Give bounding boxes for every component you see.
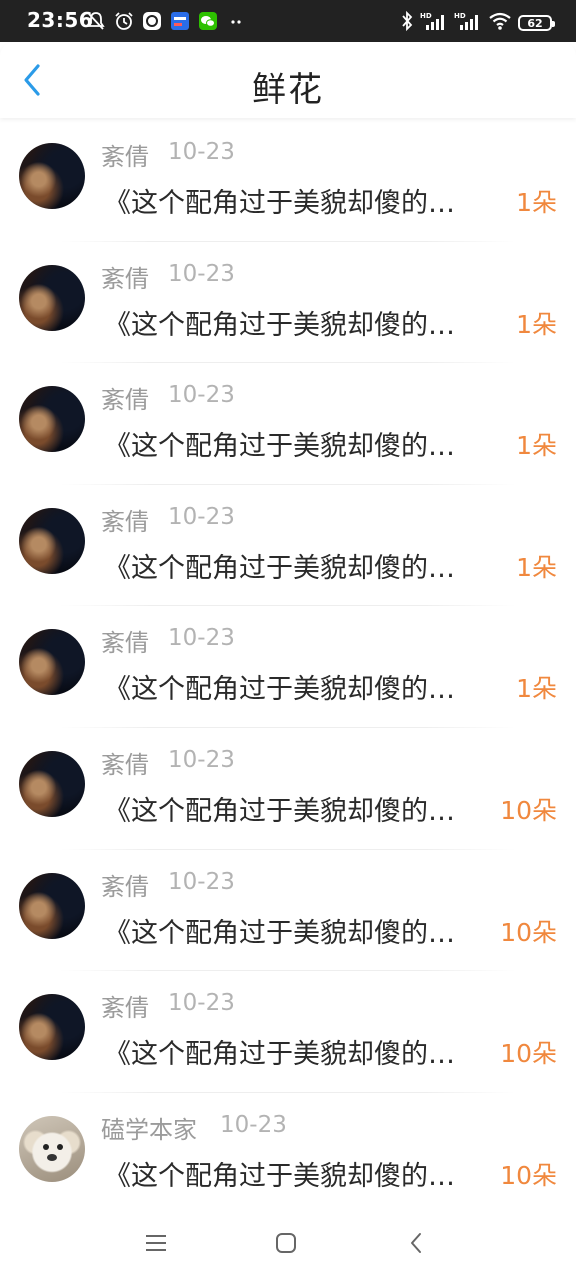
avatar[interactable] xyxy=(19,143,85,209)
list-item[interactable]: 紊倩 10-23 《这个配角过于美貌却傻的… 1朵 xyxy=(0,242,576,364)
signal-hd-1-icon: HD xyxy=(420,10,448,36)
svg-text:HD: HD xyxy=(454,12,466,20)
avatar[interactable] xyxy=(19,872,85,939)
page-title: 鲜花 xyxy=(252,70,324,110)
item-date: 10-23 xyxy=(168,382,235,409)
item-date: 10-23 xyxy=(168,625,235,652)
book-title: 《这个配角过于美貌却傻的… xyxy=(104,674,455,706)
status-time: 23:56 xyxy=(27,8,94,32)
list-item[interactable]: 紊倩 10-23 《这个配角过于美貌却傻的… 1朵 xyxy=(0,606,576,728)
list-item[interactable]: 紊倩 10-23 《这个配角过于美貌却傻的… 1朵 xyxy=(0,363,576,485)
avatar-nose xyxy=(47,1153,57,1161)
flower-count: 10朵 xyxy=(500,1039,557,1069)
avatar-eye xyxy=(57,1143,63,1150)
user-name: 紊倩 xyxy=(101,143,149,171)
list-item[interactable]: 紊倩 10-23 《这个配角过于美貌却傻的… 1朵 xyxy=(0,120,576,242)
flower-count: 10朵 xyxy=(500,917,557,947)
wechat-icon xyxy=(198,11,218,31)
book-title: 《这个配角过于美貌却傻的… xyxy=(104,917,455,949)
item-date: 10-23 xyxy=(168,260,235,287)
book-title: 《这个配角过于美貌却傻的… xyxy=(104,431,455,463)
notification-icons xyxy=(86,11,246,31)
list-item[interactable]: 紊倩 10-23 《这个配角过于美貌却傻的… 10朵 xyxy=(0,728,576,850)
flower-count: 1朵 xyxy=(516,188,557,217)
avatar[interactable] xyxy=(19,1115,85,1182)
menu-icon xyxy=(145,1233,167,1257)
avatar[interactable] xyxy=(19,264,85,331)
avatar[interactable] xyxy=(19,629,85,696)
user-name: 紊倩 xyxy=(101,507,149,536)
avatar[interactable] xyxy=(19,386,85,453)
list-item[interactable]: 紊倩 10-23 《这个配角过于美貌却傻的… 10朵 xyxy=(0,850,576,972)
home-square-icon xyxy=(275,1232,297,1258)
flower-count: 1朵 xyxy=(516,674,557,704)
user-name: 紊倩 xyxy=(101,750,149,779)
user-name: 紊倩 xyxy=(101,994,149,1023)
recent-apps-button[interactable] xyxy=(141,1230,171,1260)
back-icon xyxy=(408,1232,424,1258)
book-title: 《这个配角过于美貌却傻的… xyxy=(104,552,455,584)
item-date: 10-23 xyxy=(220,1111,287,1138)
item-date: 10-23 xyxy=(168,139,235,165)
app-circle-icon xyxy=(142,11,162,31)
home-button[interactable] xyxy=(271,1230,301,1260)
flower-count: 1朵 xyxy=(516,552,557,582)
system-icons: HD HD 62 xyxy=(400,10,555,36)
bluetooth-icon xyxy=(400,10,414,36)
flower-count: 1朵 xyxy=(516,431,557,461)
system-back-button[interactable] xyxy=(401,1230,431,1260)
avatar-eye xyxy=(43,1143,49,1150)
battery-icon: 62 xyxy=(518,15,555,31)
item-date: 10-23 xyxy=(168,503,235,530)
list-item[interactable]: 紊倩 10-23 《这个配角过于美貌却傻的… 1朵 xyxy=(0,485,576,607)
book-title: 《这个配角过于美貌却傻的… xyxy=(104,1039,455,1071)
flower-count: 10朵 xyxy=(500,1160,557,1190)
status-bar: 23:56 HD HD 62 xyxy=(0,0,576,42)
system-nav-bar xyxy=(0,1210,576,1280)
item-date: 10-23 xyxy=(168,990,235,1017)
alarm-icon xyxy=(114,11,134,31)
app-blue-icon xyxy=(170,11,190,31)
more-dots-icon xyxy=(226,11,246,31)
user-name: 紊倩 xyxy=(101,386,149,415)
item-date: 10-23 xyxy=(168,868,235,895)
user-name: 磕学本家 xyxy=(101,1115,197,1144)
item-date: 10-23 xyxy=(168,746,235,773)
book-title: 《这个配角过于美貌却傻的… xyxy=(104,1160,455,1192)
avatar[interactable] xyxy=(19,994,85,1061)
flower-list: 紊倩 10-23 《这个配角过于美貌却傻的… 1朵 紊倩 10-23 《这个配角… xyxy=(0,120,576,1214)
signal-hd-2-icon: HD xyxy=(454,10,482,36)
user-name: 紊倩 xyxy=(101,264,149,293)
avatar[interactable] xyxy=(19,750,85,817)
flower-count: 10朵 xyxy=(500,795,557,825)
wifi-icon xyxy=(488,10,512,36)
user-name: 紊倩 xyxy=(101,872,149,901)
book-title: 《这个配角过于美貌却傻的… xyxy=(104,795,455,827)
book-title: 《这个配角过于美貌却傻的… xyxy=(104,188,455,219)
svg-text:HD: HD xyxy=(420,12,432,20)
mute-bell-icon xyxy=(86,11,106,31)
header: 鲜花 xyxy=(0,42,576,118)
user-name: 紊倩 xyxy=(101,629,149,658)
avatar[interactable] xyxy=(19,507,85,574)
list-item[interactable]: 磕学本家 10-23 《这个配角过于美貌却傻的… 10朵 xyxy=(0,1093,576,1215)
list-item[interactable]: 紊倩 10-23 《这个配角过于美貌却傻的… 10朵 xyxy=(0,971,576,1093)
book-title: 《这个配角过于美貌却傻的… xyxy=(104,309,455,341)
flower-count: 1朵 xyxy=(516,309,557,339)
